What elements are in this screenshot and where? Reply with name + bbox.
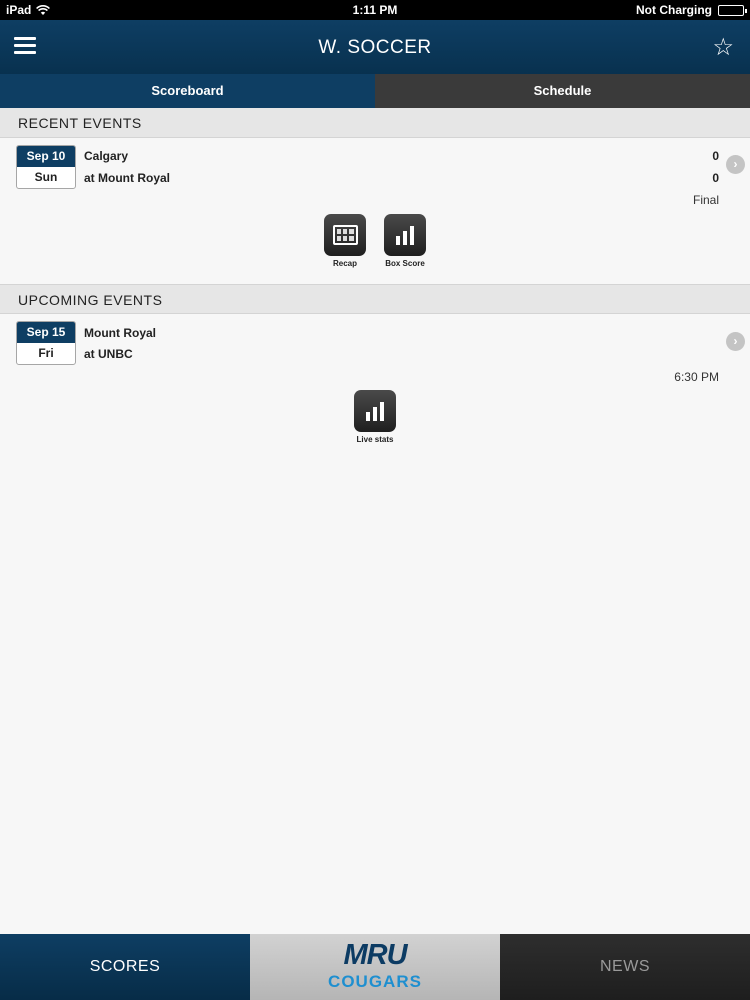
recap-button[interactable]: Recap	[315, 214, 375, 268]
bottom-tab-bar: SCORES MRU COUGARS NEWS	[0, 934, 750, 1000]
mru-cougars-logo[interactable]: MRU COUGARS	[250, 934, 500, 1000]
box-score-button[interactable]: Box Score	[375, 214, 435, 268]
event-status: Final	[692, 193, 719, 207]
logo-cougars: COUGARS	[328, 972, 422, 991]
status-right: Not Charging	[636, 3, 747, 17]
event-date: Sep 15	[17, 322, 75, 343]
logo-mru: MRU	[343, 939, 407, 971]
team-home: Mount Royal	[84, 326, 156, 340]
news-tab[interactable]: NEWS	[500, 934, 750, 1000]
tab-scoreboard[interactable]: Scoreboard	[0, 74, 375, 108]
status-bar: iPad 1:11 PM Not Charging	[0, 0, 750, 20]
team-home: Calgary	[84, 149, 129, 163]
score-home: 0	[712, 149, 719, 163]
tab-schedule[interactable]: Schedule	[375, 74, 750, 108]
nav-bar: W. SOCCER ☆	[0, 20, 750, 74]
scores-tab[interactable]: SCORES	[0, 934, 250, 1000]
recent-events-header: RECENT EVENTS	[0, 108, 750, 138]
event-day: Sun	[34, 170, 58, 184]
team-away: at UNBC	[84, 347, 133, 361]
tab-bar: Scoreboard Schedule	[0, 74, 750, 108]
live-stats-icon	[366, 401, 384, 421]
team-away: at Mount Royal	[84, 171, 170, 185]
event-date: Sep 10	[17, 146, 75, 167]
upcoming-event-row[interactable]: Sep 15 Fri Mount Royal at UNBC › 6:30 PM…	[0, 315, 750, 455]
star-icon[interactable]: ☆	[712, 33, 734, 62]
live-stats-label: Live stats	[356, 435, 394, 444]
chevron-right-icon[interactable]: ›	[726, 332, 745, 351]
recap-icon	[332, 225, 358, 245]
date-box: Sep 15 Fri	[16, 321, 76, 365]
upcoming-events-header: UPCOMING EVENTS	[0, 284, 750, 314]
score-away: 0	[712, 171, 719, 185]
chevron-right-icon[interactable]: ›	[726, 155, 745, 174]
recent-event-row[interactable]: Sep 10 Sun Calgary at Mount Royal 0 0 › …	[0, 138, 750, 284]
box-score-icon	[396, 225, 414, 245]
event-day: Fri	[38, 346, 54, 360]
live-stats-button[interactable]: Live stats	[345, 390, 405, 444]
box-score-label: Box Score	[385, 259, 425, 268]
page-title: W. SOCCER	[318, 37, 432, 58]
recap-label: Recap	[332, 259, 357, 268]
charging-status: Not Charging	[636, 3, 712, 17]
battery-icon	[718, 4, 747, 16]
event-time: 6:30 PM	[674, 370, 719, 384]
date-box: Sep 10 Sun	[16, 145, 76, 189]
